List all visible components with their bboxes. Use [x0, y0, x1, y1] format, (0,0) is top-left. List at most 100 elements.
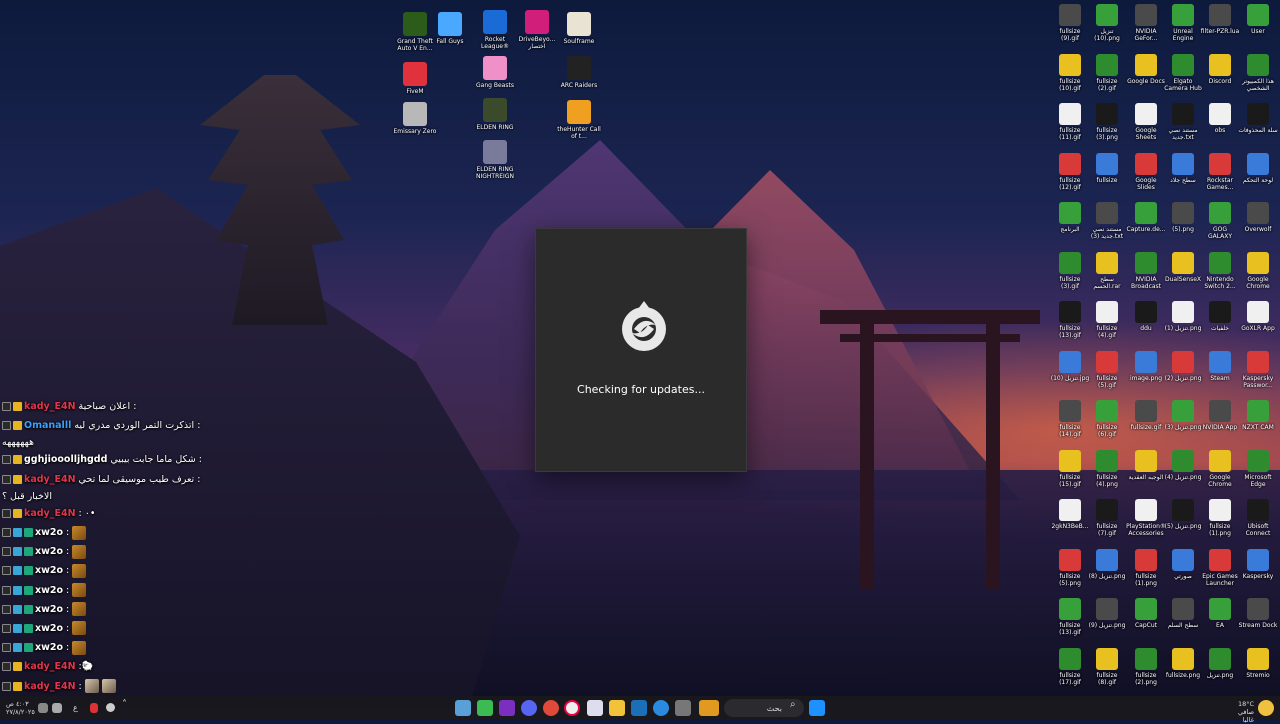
desktop-file[interactable]: fullsize (5).gif — [1087, 350, 1127, 389]
desktop-file[interactable]: تنزيل (4).png — [1163, 449, 1203, 481]
desktop-file[interactable]: EA — [1200, 598, 1240, 629]
desktop-file[interactable]: fullsize (11).gif — [1050, 103, 1090, 141]
desktop-file[interactable]: fullsize (14).gif — [1050, 400, 1090, 438]
desktop-file[interactable]: تنزيل (5).png — [1163, 499, 1203, 530]
desktop-file[interactable]: fullsize.gif — [1126, 400, 1166, 431]
desktop-file[interactable]: سطح السلم — [1163, 598, 1203, 629]
desktop-shortcut[interactable]: Rocket League® — [472, 10, 518, 50]
desktop-file[interactable]: Unreal Engine — [1163, 4, 1203, 42]
desktop-file[interactable]: Kaspersky Passwor... — [1238, 350, 1278, 389]
desktop-shortcut[interactable]: ELDEN RING NIGHTREIGN — [472, 140, 518, 180]
desktop-shortcut[interactable]: ELDEN RING — [472, 98, 518, 131]
desktop-shortcut[interactable]: Fall Guys — [427, 12, 473, 45]
chevron-up-icon[interactable]: ˄ — [122, 700, 127, 710]
desktop-shortcut[interactable]: FiveM — [392, 62, 438, 95]
desktop-file[interactable]: fullsize.png — [1163, 647, 1203, 679]
desktop-file[interactable]: fullsize (4).png — [1087, 449, 1127, 488]
desktop-file[interactable]: Stream Dock — [1238, 598, 1278, 629]
desktop-file[interactable]: Rockstar Games... — [1200, 152, 1240, 191]
desktop-file[interactable]: NZXT CAM — [1238, 400, 1278, 431]
desktop-file[interactable]: fullsize (9).gif — [1050, 4, 1090, 42]
desktop-file[interactable]: Kaspersky — [1238, 548, 1278, 580]
desktop-file[interactable]: fullsize (15).gif — [1050, 449, 1090, 488]
desktop-file[interactable]: Ubisoft Connect — [1238, 499, 1278, 537]
microphone-icon[interactable] — [90, 703, 98, 713]
desktop-file[interactable]: سلة المحذوفات — [1238, 103, 1278, 134]
desktop-file[interactable]: Stremio — [1238, 647, 1278, 679]
desktop-file[interactable]: Capture.de... — [1126, 202, 1166, 233]
chat-username[interactable]: kady_E4N — [24, 474, 76, 485]
desktop-file[interactable]: CapCut — [1126, 598, 1166, 629]
desktop-file[interactable]: سطح جلاد — [1163, 152, 1203, 184]
desktop-file[interactable]: NVIDIA Broadcast — [1126, 251, 1166, 290]
desktop-file[interactable]: Google Chrome — [1238, 251, 1278, 290]
desktop-file[interactable]: fullsize (17).gif — [1050, 647, 1090, 686]
desktop-shortcut[interactable]: DriveBeyo... اختصار — [514, 10, 560, 50]
desktop-file[interactable]: Google Chrome — [1200, 449, 1240, 488]
desktop-shortcut[interactable]: ARC Raiders — [556, 56, 602, 89]
desktop-file[interactable]: fullsize (8).gif — [1087, 647, 1127, 686]
weather-widget[interactable]: 18°C صافي غالبا — [1226, 700, 1254, 724]
desktop-file[interactable]: خلفيات — [1200, 301, 1240, 332]
desktop-file[interactable]: fullsize (10).gif — [1050, 53, 1090, 92]
chat-username[interactable]: kady_E4N — [24, 508, 76, 519]
network-icon[interactable] — [106, 703, 115, 712]
chat-username[interactable]: xw2o — [35, 546, 63, 557]
desktop-file[interactable]: هذا الكمبيوتر الشخصي — [1238, 53, 1278, 92]
chat-username[interactable]: xw2o — [35, 527, 63, 538]
desktop-file[interactable]: Elgato Camera Hub — [1163, 53, 1203, 92]
notification-icon[interactable] — [38, 703, 48, 713]
desktop-file[interactable]: filter-PZR.lua — [1200, 4, 1240, 35]
desktop-file[interactable]: تنزيل (2).png — [1163, 350, 1203, 382]
desktop-file[interactable]: NVIDIA App — [1200, 400, 1240, 431]
desktop-shortcut[interactable]: Emissary Zero — [392, 102, 438, 135]
desktop-file[interactable]: الوجبه العقدية — [1126, 449, 1166, 481]
taskbar-active-app-icon[interactable] — [564, 700, 580, 716]
desktop-file[interactable]: Nintendo Switch 2... — [1200, 251, 1240, 290]
desktop-file[interactable]: لوحة التحكم — [1238, 152, 1278, 184]
desktop-file[interactable]: صورتي — [1163, 548, 1203, 580]
taskbar-app-1-icon[interactable] — [455, 700, 471, 716]
clock[interactable]: ٤:٠٣ ص ٢٧/٨/٢٠٢٥ — [6, 700, 35, 716]
desktop-file[interactable]: Google Docs — [1126, 53, 1166, 85]
chat-username[interactable]: kady_E4N — [24, 681, 76, 692]
desktop-file[interactable]: مستند نصي جديد (3).txt — [1087, 202, 1127, 240]
desktop-file[interactable]: 2gkN3BeB... — [1050, 499, 1090, 530]
taskbar-steam-icon[interactable] — [631, 700, 647, 716]
chat-username[interactable]: xw2o — [35, 623, 63, 634]
desktop-file[interactable]: fullsize (1).png — [1126, 548, 1166, 587]
chat-username[interactable]: kady_E4N — [24, 401, 76, 412]
desktop-file[interactable]: fullsize (4).gif — [1087, 301, 1127, 339]
desktop-file[interactable]: تنزيل (10).jpg — [1050, 350, 1090, 382]
desktop-file[interactable]: تنزيل (1).png — [1163, 301, 1203, 332]
desktop-file[interactable]: Google Slides — [1126, 152, 1166, 191]
desktop-file[interactable]: البرنامج — [1050, 202, 1090, 233]
desktop-file[interactable]: ddu — [1126, 301, 1166, 332]
desktop-file[interactable]: obs — [1200, 103, 1240, 134]
desktop-file[interactable]: Epic Games Launcher — [1200, 548, 1240, 587]
desktop-file[interactable]: تنزيل.png — [1200, 647, 1240, 679]
language-indicator[interactable]: ع — [73, 704, 78, 712]
desktop-file[interactable]: fullsize (6).gif — [1087, 400, 1127, 438]
desktop-file[interactable]: fullsize — [1087, 152, 1127, 184]
taskbar-app-xbox-icon[interactable] — [477, 700, 493, 716]
desktop-shortcut[interactable]: Soulframe — [556, 12, 602, 45]
desktop-file[interactable]: fullsize (3).png — [1087, 103, 1127, 141]
desktop-shortcut[interactable]: Gang Beasts — [472, 56, 518, 89]
desktop-file[interactable]: fullsize (13).gif — [1050, 301, 1090, 339]
clipboard-icon[interactable] — [52, 703, 62, 713]
desktop-file[interactable]: تنزيل (10).png — [1087, 4, 1127, 42]
chat-username[interactable]: xw2o — [35, 565, 63, 576]
chat-username[interactable]: xw2o — [35, 642, 63, 653]
desktop-file[interactable]: تنزيل (3).png — [1163, 400, 1203, 431]
chat-username[interactable]: gghjiooolljhgdd — [24, 454, 107, 465]
chat-username[interactable]: xw2o — [35, 604, 63, 615]
desktop-file[interactable]: Discord — [1200, 53, 1240, 85]
desktop-file[interactable]: Steam — [1200, 350, 1240, 382]
desktop-file[interactable]: DualSenseX — [1163, 251, 1203, 283]
desktop-file[interactable]: GoXLR App — [1238, 301, 1278, 332]
desktop-file[interactable]: fullsize (12).gif — [1050, 152, 1090, 191]
desktop-file[interactable]: User — [1238, 4, 1278, 35]
chat-username[interactable]: xw2o — [35, 585, 63, 596]
desktop-file[interactable]: fullsize (2).png — [1126, 647, 1166, 686]
